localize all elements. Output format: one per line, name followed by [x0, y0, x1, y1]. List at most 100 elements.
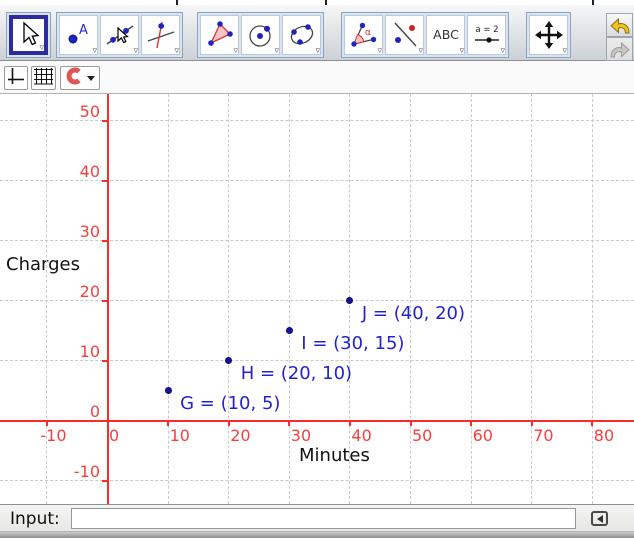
window-bottom-edge: [0, 531, 634, 538]
point-label-G[interactable]: G = (10, 5): [180, 394, 280, 414]
line-icon: [105, 20, 135, 50]
input-bar: Input:: [0, 504, 634, 531]
move-view-icon: [534, 20, 564, 50]
x-axis-tick: [349, 420, 351, 426]
tool-dropdown-arrow-icon: ▿: [459, 47, 464, 56]
y-tick-label: 20: [42, 283, 100, 300]
x-axis-tick: [167, 420, 169, 426]
x-tick-label: 30: [291, 427, 311, 444]
tool-dropdown-arrow-icon: ▿: [500, 47, 505, 56]
polygon-tool-button[interactable]: ▿: [200, 15, 239, 55]
tool-group: ▿ ▿ ▿: [197, 12, 324, 58]
vertical-gridline: [471, 94, 472, 504]
tool-dropdown-arrow-icon: ▿: [39, 44, 44, 53]
x-tick-label: 40: [351, 427, 371, 444]
move-tool-button[interactable]: ▿: [9, 15, 48, 55]
x-tick-label: -10: [40, 427, 66, 444]
slider-tool-button[interactable]: a = 2 ▿: [467, 15, 506, 55]
tool-dropdown-arrow-icon: ▿: [562, 47, 567, 56]
y-axis-tick: [102, 240, 109, 242]
input-label: Input:: [10, 509, 60, 529]
tool-dropdown-arrow-icon: ▿: [377, 47, 382, 56]
y-axis-tick: [102, 480, 109, 482]
slider-icon: a = 2: [472, 20, 502, 50]
vertical-gridline: [289, 94, 290, 504]
y-tick-label: 10: [42, 343, 100, 360]
circle-with-center-tool-button[interactable]: ▿: [241, 15, 280, 55]
x-axis-tick: [531, 420, 533, 426]
y-axis-tick: [102, 180, 109, 182]
algebra-input-field[interactable]: [71, 508, 576, 529]
redo-button[interactable]: [606, 37, 633, 61]
x-tick-label: 20: [230, 427, 250, 444]
svg-text:a = 2: a = 2: [475, 25, 498, 35]
y-tick-label: 50: [42, 103, 100, 120]
point-label-J[interactable]: J = (40, 20): [362, 304, 465, 324]
axes-icon: [6, 66, 26, 90]
dropdown-arrow-icon: [87, 76, 95, 81]
undo-button[interactable]: [606, 13, 633, 37]
grid-icon: [33, 66, 54, 90]
point-icon: A: [64, 20, 94, 50]
undo-icon: [609, 14, 631, 36]
new-point-tool-button[interactable]: A▿: [59, 15, 98, 55]
angle-icon: α: [349, 20, 379, 50]
point-capturing-dropdown[interactable]: [60, 66, 100, 90]
x-axis-tick: [46, 420, 48, 426]
point-label-H[interactable]: H = (20, 10): [241, 364, 352, 384]
redo-icon: [609, 38, 631, 60]
show-axes-button[interactable]: [4, 66, 28, 90]
point-G[interactable]: [165, 387, 172, 394]
x-tick-label: 10: [170, 427, 190, 444]
x-tick-label: 0: [109, 427, 119, 444]
conic-icon: [287, 20, 317, 50]
text-icon: ABC: [431, 20, 461, 50]
magnet-icon: [66, 67, 83, 89]
vertical-gridline: [410, 94, 411, 504]
x-tick-label: 70: [533, 427, 553, 444]
y-tick-label: 40: [42, 163, 100, 180]
vertical-gridline: [168, 94, 169, 504]
x-axis-tick: [228, 420, 230, 426]
tool-dropdown-arrow-icon: ▿: [133, 47, 138, 56]
svg-text:ABC: ABC: [433, 27, 459, 42]
circle-icon: [246, 20, 276, 50]
tool-group: ▿: [6, 12, 51, 58]
point-I[interactable]: [286, 327, 293, 334]
polygon-icon: [205, 20, 235, 50]
y-tick-label: 30: [42, 223, 100, 240]
move-graphics-view-tool-button[interactable]: ▿: [529, 15, 568, 55]
undo-redo-panel: [606, 13, 633, 61]
angle-tool-button[interactable]: α▿: [344, 15, 383, 55]
reflect-about-line-tool-button[interactable]: ▿: [385, 15, 424, 55]
insert-text-tool-button[interactable]: ABC▿: [426, 15, 465, 55]
tool-dropdown-arrow-icon: ▿: [315, 47, 320, 56]
y-axis-title: Charges: [6, 254, 80, 275]
point-label-I[interactable]: I = (30, 15): [301, 334, 404, 354]
x-axis-tick: [288, 420, 290, 426]
graphics-stylebar: [0, 61, 634, 94]
input-history-button[interactable]: [591, 511, 608, 526]
x-tick-label: 50: [412, 427, 432, 444]
perpendicular-line-tool-button[interactable]: ▿: [141, 15, 180, 55]
tool-dropdown-arrow-icon: ▿: [174, 47, 179, 56]
point-H[interactable]: [225, 357, 232, 364]
toolbar: ▿A▿▿▿▿▿▿α▿▿ABC▿a = 2▿▿: [0, 5, 634, 61]
ellipse-through-points-tool-button[interactable]: ▿: [282, 15, 321, 55]
show-grid-button[interactable]: [31, 66, 56, 90]
y-axis-tick: [102, 360, 109, 362]
tool-group: ▿: [526, 12, 571, 58]
vertical-gridline: [228, 94, 229, 504]
svg-text:α: α: [365, 28, 371, 38]
point-J[interactable]: [346, 297, 353, 304]
tool-group: A▿ ▿ ▿: [56, 12, 183, 58]
left-triangle-icon: [597, 515, 603, 523]
tool-dropdown-arrow-icon: ▿: [274, 47, 279, 56]
graphics-view[interactable]: Charges Minutes -10010203040506070805040…: [0, 94, 634, 504]
mirror-icon: [390, 20, 420, 50]
x-axis-title: Minutes: [299, 445, 370, 466]
line-through-two-points-tool-button[interactable]: ▿: [100, 15, 139, 55]
y-tick-label: 0: [42, 403, 100, 420]
geogebra-window: ▿A▿▿▿▿▿▿α▿▿ABC▿a = 2▿▿ Charges Minutes -…: [0, 0, 634, 538]
x-axis-tick: [410, 420, 412, 426]
